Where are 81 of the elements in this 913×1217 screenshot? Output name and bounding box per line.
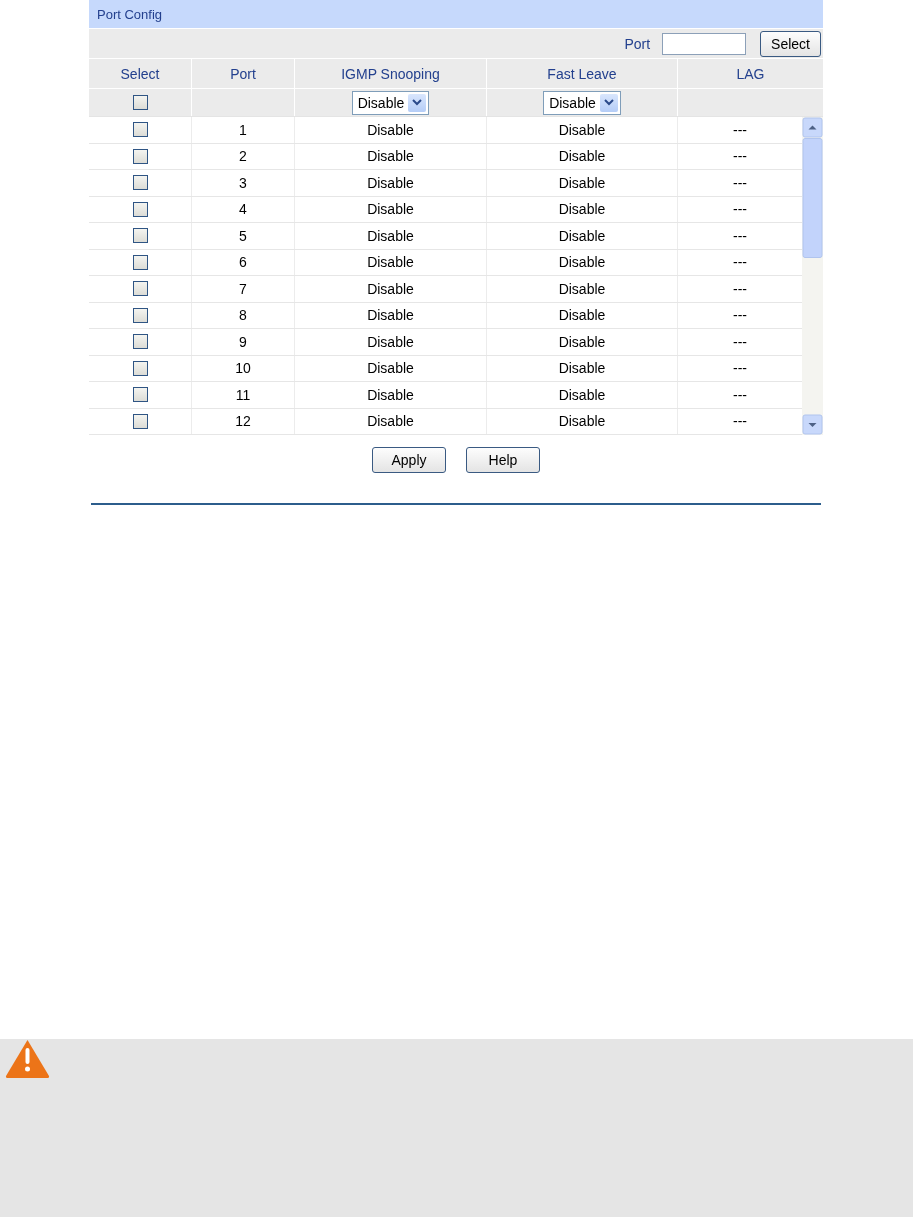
table-cell: --- bbox=[733, 307, 747, 324]
table-cell: 6 bbox=[239, 254, 247, 271]
table-cell: --- bbox=[733, 386, 747, 403]
column-header: LAG bbox=[736, 65, 765, 82]
chevron-down-icon bbox=[412, 99, 423, 106]
table-cell: Disable bbox=[367, 121, 414, 138]
table-cell: Disable bbox=[558, 254, 606, 271]
scroll-down-icon[interactable] bbox=[802, 414, 823, 435]
table-cell: Disable bbox=[367, 254, 414, 271]
table-cell: 2 bbox=[239, 148, 247, 165]
column-header: Fast Leave bbox=[547, 65, 617, 82]
table-cell: Disable bbox=[367, 148, 414, 165]
scroll-up-icon[interactable] bbox=[802, 117, 823, 138]
table-cell: 8 bbox=[239, 307, 247, 324]
port-label: Port bbox=[624, 35, 651, 52]
table-cell: Disable bbox=[558, 121, 606, 138]
table-cell: --- bbox=[733, 360, 747, 377]
table-cell: Disable bbox=[367, 201, 414, 218]
table-cell: --- bbox=[733, 201, 747, 218]
column-header: Select bbox=[120, 65, 160, 82]
table-cell: Disable bbox=[367, 280, 414, 297]
apply-button[interactable]: Apply bbox=[372, 447, 446, 473]
table-cell: --- bbox=[733, 174, 747, 191]
port-input-field[interactable] bbox=[662, 32, 747, 55]
table-cell: --- bbox=[733, 280, 747, 297]
table-cell: Disable bbox=[558, 174, 606, 191]
table-cell: Disable bbox=[558, 307, 606, 324]
checkbox[interactable] bbox=[132, 228, 148, 244]
table-cell: 5 bbox=[239, 227, 247, 244]
table-cell: 3 bbox=[239, 174, 247, 191]
table-cell: 9 bbox=[239, 333, 247, 350]
table-cell: Disable bbox=[367, 386, 414, 403]
checkbox[interactable] bbox=[132, 334, 148, 350]
select-button[interactable]: Select bbox=[760, 30, 821, 57]
dropdown[interactable]: Disable bbox=[543, 90, 621, 115]
table-cell: Disable bbox=[558, 333, 606, 350]
table-cell: Disable bbox=[558, 280, 606, 297]
panel-title: Port Config bbox=[89, 0, 823, 28]
table-cell: 10 bbox=[235, 360, 251, 377]
table-cell: Disable bbox=[558, 201, 606, 218]
table-cell: Disable bbox=[367, 174, 414, 191]
chevron-down-icon bbox=[603, 99, 614, 106]
table-cell: Disable bbox=[367, 307, 414, 324]
table-cell: Disable bbox=[367, 413, 414, 430]
table-cell: --- bbox=[733, 333, 747, 350]
table-cell: --- bbox=[733, 148, 747, 165]
checkbox[interactable] bbox=[132, 201, 148, 217]
table-cell: 1 bbox=[239, 121, 247, 138]
table-cell: --- bbox=[733, 413, 747, 430]
scroll-thumb[interactable] bbox=[802, 138, 823, 258]
table-cell: 11 bbox=[235, 386, 251, 403]
dropdown[interactable]: Disable bbox=[351, 90, 430, 115]
table-cell: 12 bbox=[235, 413, 251, 430]
checkbox[interactable] bbox=[132, 175, 148, 191]
checkbox[interactable] bbox=[132, 254, 148, 270]
warning-icon bbox=[5, 1039, 50, 1079]
help-button[interactable]: Help bbox=[466, 447, 540, 473]
table-cell: Disable bbox=[558, 360, 606, 377]
table-cell: Disable bbox=[367, 360, 414, 377]
checkbox[interactable] bbox=[132, 360, 148, 376]
table-cell: Disable bbox=[558, 386, 606, 403]
table-cell: Disable bbox=[367, 227, 414, 244]
table-cell: 7 bbox=[239, 280, 247, 297]
table-cell: --- bbox=[733, 254, 747, 271]
checkbox[interactable] bbox=[132, 122, 148, 138]
checkbox[interactable] bbox=[132, 148, 148, 164]
table-cell: Disable bbox=[558, 227, 606, 244]
table-cell: --- bbox=[733, 227, 747, 244]
column-header: IGMP Snooping bbox=[341, 65, 440, 82]
table-cell: --- bbox=[733, 121, 747, 138]
checkbox[interactable] bbox=[132, 413, 148, 429]
table-cell: Disable bbox=[367, 333, 414, 350]
table-cell: 4 bbox=[239, 201, 247, 218]
table-cell: Disable bbox=[558, 148, 606, 165]
column-header: Port bbox=[230, 65, 256, 82]
scrollbar[interactable] bbox=[802, 117, 823, 435]
table-cell: Disable bbox=[558, 413, 606, 430]
checkbox[interactable] bbox=[132, 95, 148, 110]
checkbox[interactable] bbox=[132, 307, 148, 323]
checkbox[interactable] bbox=[132, 281, 148, 297]
checkbox[interactable] bbox=[132, 387, 148, 403]
